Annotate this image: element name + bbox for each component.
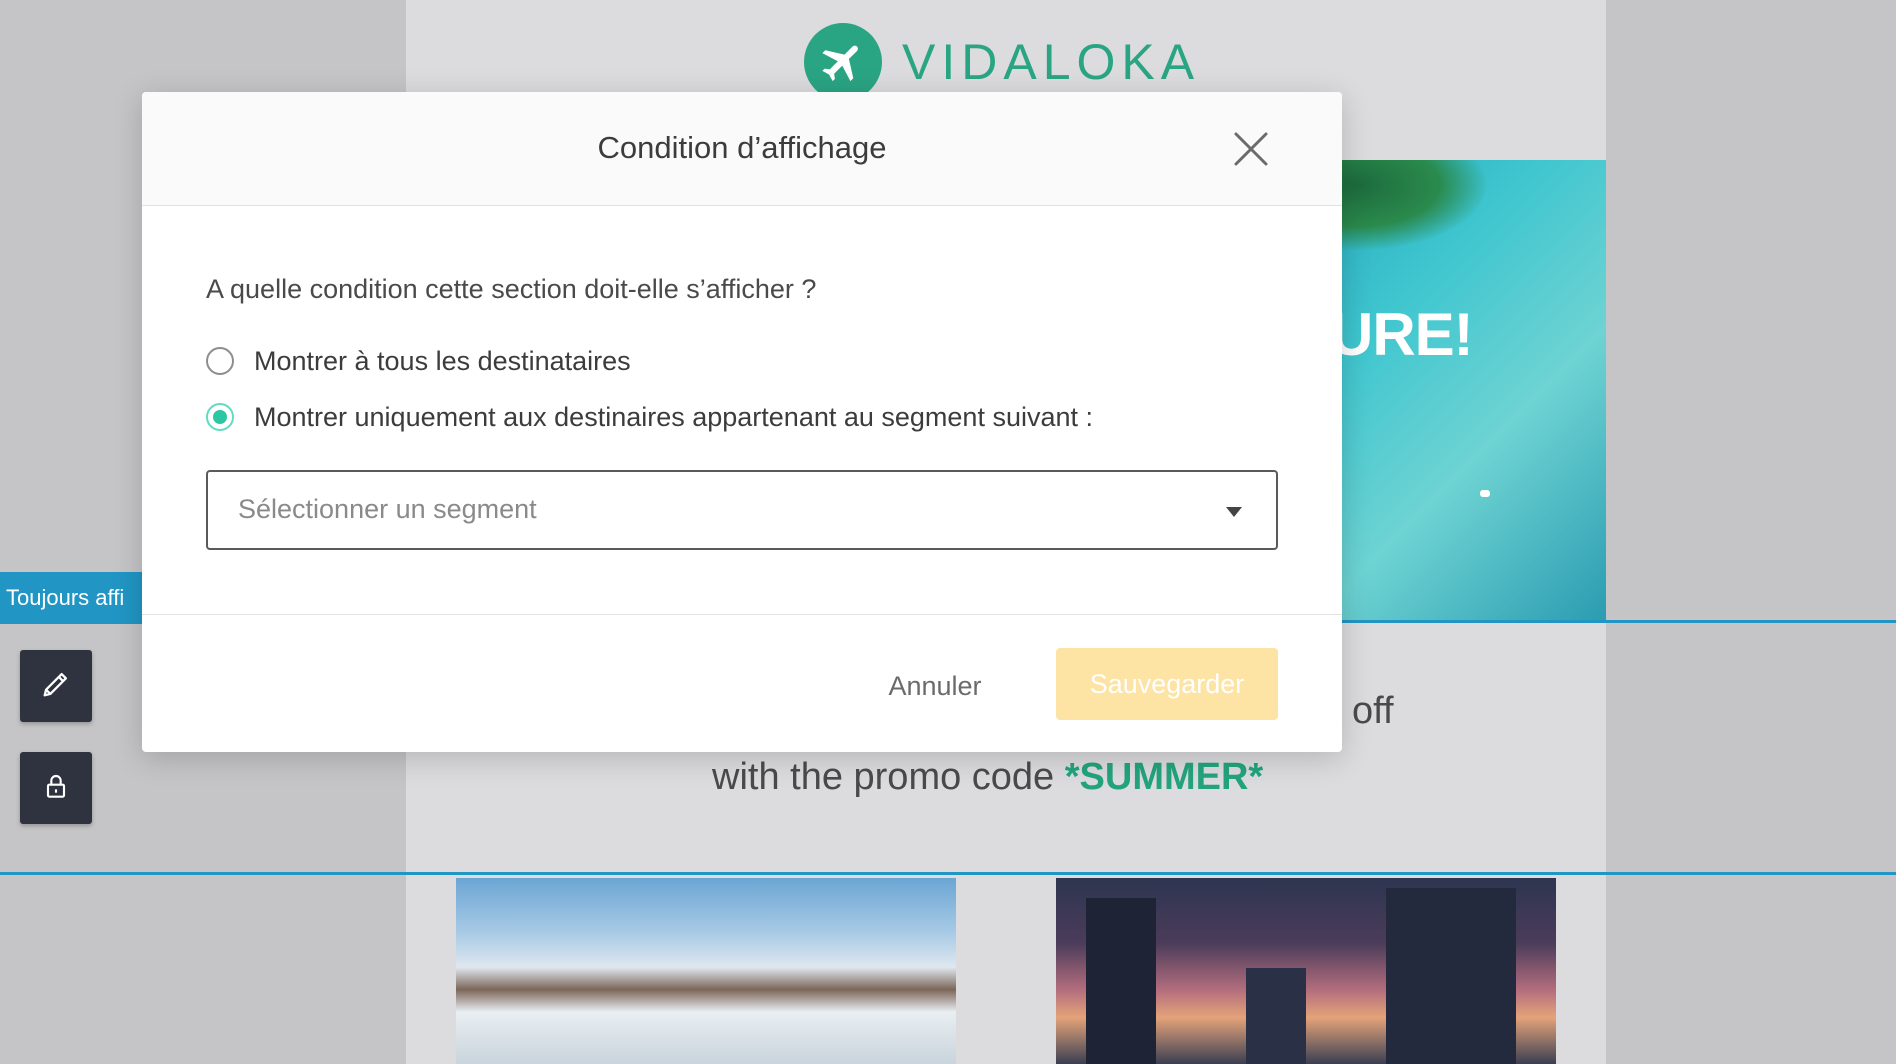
option-all-recipients-label: Montrer à tous les destinataires <box>254 345 631 376</box>
city-image <box>1056 878 1556 1064</box>
hero-boat-shape <box>1480 490 1490 497</box>
modal-title: Condition d’affichage <box>597 130 887 165</box>
mountain-image <box>456 878 956 1064</box>
airplane-icon <box>804 23 882 101</box>
section-selection-bottom-border <box>0 872 1896 875</box>
lock-section-button[interactable] <box>20 752 92 824</box>
radio-segment-only[interactable] <box>206 403 234 431</box>
segment-select[interactable]: Sélectionner un segment <box>206 470 1278 550</box>
cancel-button[interactable]: Annuler <box>860 650 1010 722</box>
condition-question: A quelle condition cette section doit-el… <box>206 274 817 304</box>
segment-select-placeholder: Sélectionner un segment <box>238 494 537 524</box>
section-status-tag[interactable]: Toujours affi <box>0 572 142 624</box>
option-all-recipients[interactable]: Montrer à tous les destinataires <box>206 344 631 378</box>
city-building <box>1086 898 1156 1064</box>
city-building <box>1246 968 1306 1064</box>
option-segment-only[interactable]: Montrer uniquement aux destinaires appar… <box>206 400 1093 434</box>
promo-line: with the promo code *SUMMER* <box>712 756 1263 799</box>
save-button[interactable]: Sauvegarder <box>1056 648 1278 720</box>
chevron-down-icon <box>1226 507 1242 517</box>
promo-prefix: with the promo code <box>712 756 1065 798</box>
close-icon <box>1232 132 1270 172</box>
radio-all-recipients[interactable] <box>206 347 234 375</box>
promo-off-text: off <box>1352 690 1394 732</box>
edit-section-button[interactable] <box>20 650 92 722</box>
footer-divider <box>142 614 1342 615</box>
promo-code: *SUMMER* <box>1064 756 1264 798</box>
pencil-icon <box>39 667 73 706</box>
close-button[interactable] <box>1232 130 1270 168</box>
display-condition-modal: Condition d’affichage A quelle condition… <box>142 92 1342 752</box>
option-segment-only-label: Montrer uniquement aux destinaires appar… <box>254 401 1094 432</box>
brand-name: VIDALOKA <box>902 34 1201 90</box>
lock-icon <box>40 770 72 807</box>
brand-logo: VIDALOKA <box>804 23 1201 101</box>
city-building <box>1386 888 1516 1064</box>
modal-header: Condition d’affichage <box>142 92 1342 206</box>
hero-headline: URE! <box>1330 301 1474 368</box>
